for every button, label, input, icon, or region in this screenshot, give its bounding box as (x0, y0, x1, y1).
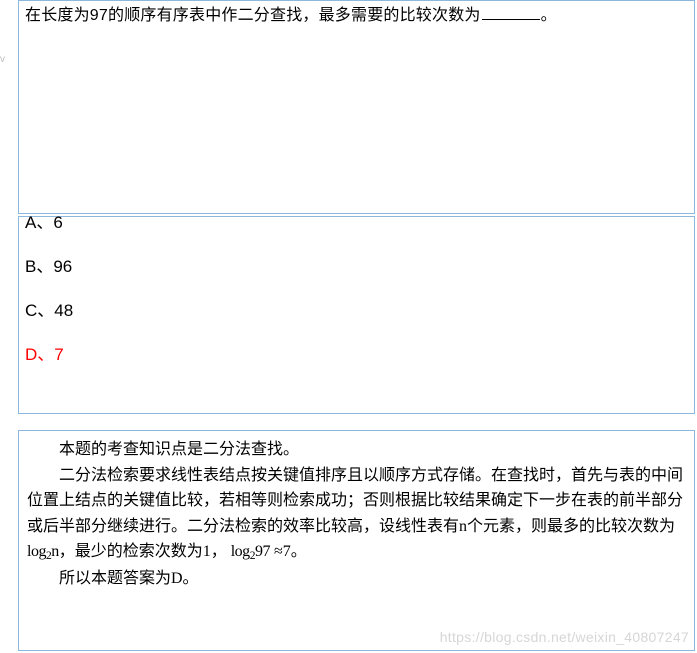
fill-blank (482, 5, 540, 20)
question-text-suffix: 。 (541, 7, 557, 24)
formula-log2n: log2n (27, 543, 59, 560)
explain-approx: ≈7。 (274, 543, 307, 560)
question-box: 在长度为97的顺序有序表中作二分查找，最多需要的比较次数为 。 (18, 0, 695, 214)
option-b[interactable]: B、96 (25, 258, 688, 275)
question-text-prefix: 在长度为97的顺序有序表中作二分查找，最多需要的比较次数为 (25, 7, 481, 24)
formula-log297: log297 (231, 543, 270, 560)
explain-p2: 二分法检索要求线性表结点按关键值排序且以顺序方式存储。在查找时，首先与表的中间位… (27, 463, 686, 566)
explanation-box: 本题的考查知识点是二分法查找。 二分法检索要求线性表结点按关键值排序且以顺序方式… (18, 430, 695, 651)
explain-p2a: 二分法检索要求线性表结点按关键值排序且以顺序方式存储。在查找时，首先与表的中间位… (27, 467, 683, 535)
option-a[interactable]: A、6 (25, 214, 688, 231)
option-c[interactable]: C、48 (25, 302, 688, 319)
explain-p1: 本题的考查知识点是二分法查找。 (27, 437, 686, 463)
explain-p3: 所以本题答案为D。 (27, 566, 686, 592)
explain-p2b: ，最少的检索次数为1， (59, 543, 227, 560)
left-margin-mark: v (0, 55, 5, 65)
options-box: A、6 B、96 C、48 D、7 (18, 216, 695, 414)
option-d[interactable]: D、7 (25, 346, 688, 363)
